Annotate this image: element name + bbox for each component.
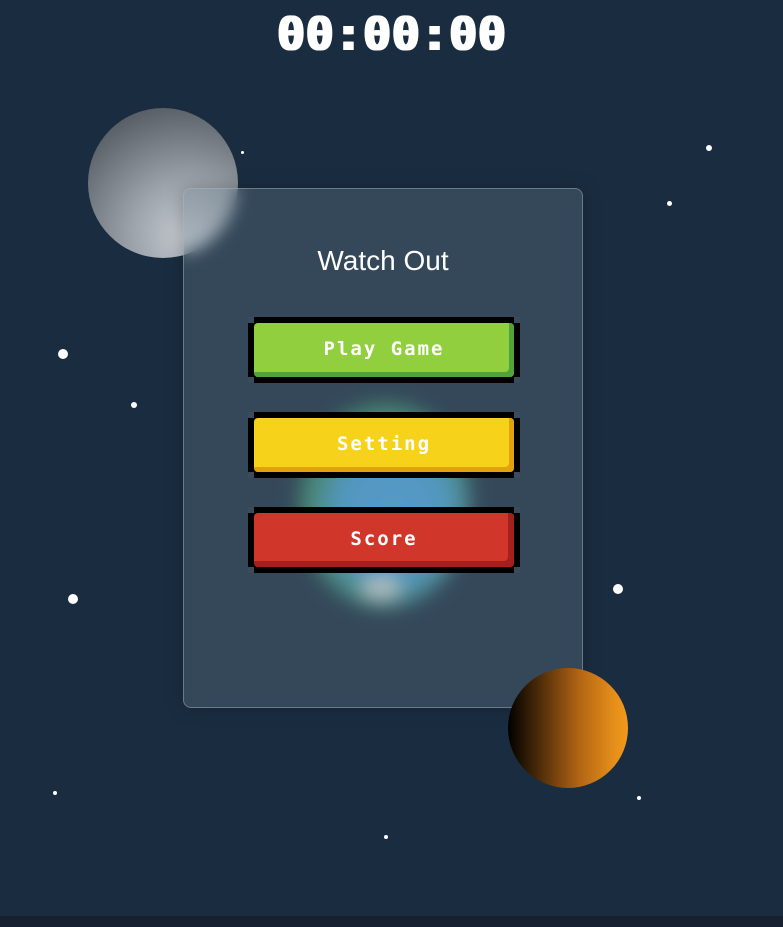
star: [667, 201, 672, 206]
score-button[interactable]: Score: [248, 507, 520, 573]
main-menu-panel: Watch Out Play Game Setting Score: [183, 188, 583, 708]
star: [613, 584, 623, 594]
pixel-corner: [514, 412, 520, 418]
play-game-button[interactable]: Play Game: [248, 317, 520, 383]
pixel-corner: [514, 507, 520, 513]
pixel-corner: [514, 567, 520, 573]
score-label: Score: [254, 513, 514, 567]
pixel-corner: [248, 567, 254, 573]
pixel-corner: [514, 377, 520, 383]
star: [637, 796, 641, 800]
bottom-edge-bar: [0, 916, 783, 927]
pixel-corner: [248, 317, 254, 323]
game-timer: 00:00:00: [276, 7, 507, 61]
star: [706, 145, 712, 151]
pixel-corner: [248, 412, 254, 418]
star: [68, 594, 78, 604]
setting-label: Setting: [254, 418, 514, 472]
menu-title: Watch Out: [317, 245, 449, 276]
pixel-corner: [514, 317, 520, 323]
pixel-corner: [248, 472, 254, 478]
sun-planet: [508, 668, 628, 788]
star: [58, 349, 68, 359]
star: [131, 402, 137, 408]
star: [53, 791, 57, 795]
star: [241, 151, 244, 154]
star: [384, 835, 388, 839]
play-game-label: Play Game: [254, 323, 514, 377]
pixel-corner: [514, 472, 520, 478]
game-scene: 00:00:00 Watch Out Play Game Setting Sco…: [0, 0, 783, 927]
pixel-corner: [248, 377, 254, 383]
setting-button[interactable]: Setting: [248, 412, 520, 478]
pixel-corner: [248, 507, 254, 513]
